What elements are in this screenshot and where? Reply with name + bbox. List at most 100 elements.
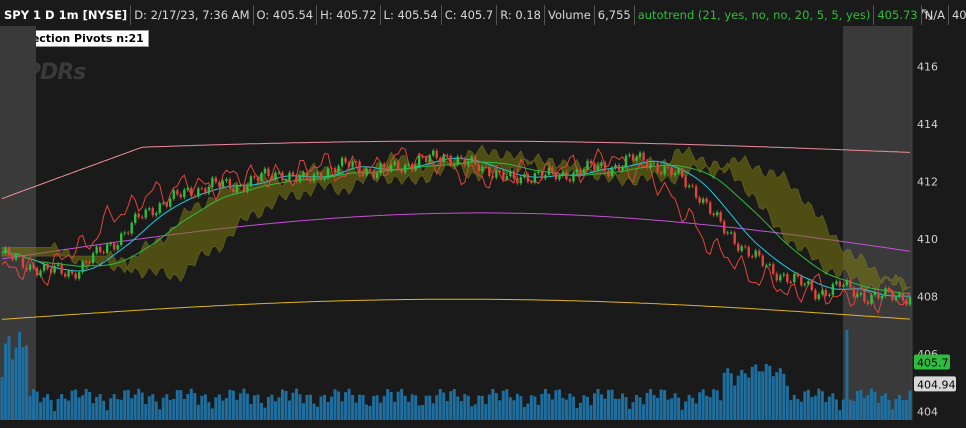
candle-body xyxy=(18,254,21,257)
candle-body xyxy=(782,274,785,276)
volume-bar xyxy=(764,363,768,420)
candle-body xyxy=(347,162,351,167)
y-tick-label: 404 xyxy=(917,405,938,418)
candle-body xyxy=(242,185,246,192)
volume-bar xyxy=(126,389,130,420)
candle-body xyxy=(470,156,473,162)
candle-body xyxy=(137,213,140,218)
candle-body xyxy=(403,164,407,173)
volume-bar xyxy=(477,395,481,420)
y-tick-label: 408 xyxy=(917,290,938,303)
candle-body xyxy=(190,187,193,197)
volume-bar xyxy=(238,393,242,420)
candle-body xyxy=(772,264,775,274)
candle-body xyxy=(467,161,470,166)
candle-body xyxy=(701,198,705,203)
volume-bar xyxy=(280,389,284,420)
volume-bar xyxy=(505,389,509,420)
volume-bar xyxy=(529,395,533,420)
candle-body xyxy=(148,208,151,210)
volume-bar xyxy=(557,389,561,420)
volume-bar xyxy=(424,395,428,420)
volume-bar xyxy=(585,396,589,420)
candle-body xyxy=(726,232,729,234)
candle-body xyxy=(635,157,638,161)
volume-bar xyxy=(67,400,71,420)
candle-body xyxy=(617,164,621,171)
volume-bar xyxy=(379,402,383,420)
volume-bar xyxy=(473,404,477,420)
candle-body xyxy=(442,155,445,163)
volume-bar xyxy=(494,393,498,420)
volume-bar xyxy=(421,405,425,420)
candle-body xyxy=(183,189,186,198)
volume-bar xyxy=(550,399,554,420)
volume-bar xyxy=(35,391,39,420)
candle-body xyxy=(607,170,610,176)
candle-body xyxy=(523,174,526,178)
volume-bar xyxy=(852,400,856,420)
volume-bar xyxy=(589,405,593,420)
volume-bar xyxy=(158,409,162,420)
candle-body xyxy=(803,284,807,286)
candle-body xyxy=(631,154,635,161)
candle-body xyxy=(127,232,130,234)
candle-body xyxy=(551,167,554,173)
volume-bar xyxy=(284,391,288,420)
volume-bar xyxy=(873,391,877,420)
volume-bar xyxy=(599,394,603,420)
volume-bar xyxy=(792,394,796,420)
candle-body xyxy=(165,203,168,207)
candle-body xyxy=(84,261,88,263)
price-chart[interactable]: 404406408410412414416405.7404.94 xyxy=(0,0,966,428)
candle-body xyxy=(775,273,778,281)
candle-body xyxy=(722,221,726,234)
candle-body xyxy=(891,291,894,300)
volume-bar xyxy=(4,343,8,420)
candle-body xyxy=(575,169,579,173)
candle-body xyxy=(708,202,712,214)
candle-body xyxy=(263,168,267,174)
candle-body xyxy=(509,170,512,177)
volume-bar xyxy=(715,390,719,420)
candle-body xyxy=(375,173,379,179)
volume-bar xyxy=(638,397,642,420)
volume-bar xyxy=(712,389,716,420)
candle-body xyxy=(516,178,519,184)
afterhours-shading xyxy=(843,26,912,420)
volume-bar xyxy=(543,388,547,420)
volume-bar xyxy=(60,394,64,420)
candle-body xyxy=(884,288,887,297)
candle-body xyxy=(407,164,410,166)
volume-bar xyxy=(687,394,691,420)
volume-bar xyxy=(105,410,109,420)
volume-bar xyxy=(652,394,656,420)
volume-bar xyxy=(466,395,470,420)
candle-body xyxy=(386,166,389,172)
volume-bar xyxy=(470,406,474,420)
volume-bar xyxy=(133,394,137,420)
candle-body xyxy=(130,222,133,234)
candle-body xyxy=(456,156,459,165)
volume-bar xyxy=(224,398,228,420)
volume-bar xyxy=(890,409,894,420)
candle-body xyxy=(817,294,821,300)
volume-bar xyxy=(645,392,649,420)
volume-bar xyxy=(56,398,60,420)
candle-body xyxy=(74,273,77,279)
candle-body xyxy=(849,280,852,288)
candle-body xyxy=(789,282,793,284)
volume-bar xyxy=(217,394,221,420)
volume-bar xyxy=(659,389,663,420)
volume-bar xyxy=(316,406,320,420)
candle-body xyxy=(116,244,119,250)
candle-body xyxy=(779,275,782,281)
volume-bar xyxy=(768,365,772,420)
candle-body xyxy=(887,288,891,292)
volume-bar xyxy=(904,400,908,420)
candle-body xyxy=(274,172,277,180)
candle-body xyxy=(186,187,190,190)
volume-bar xyxy=(88,392,92,420)
candle-body xyxy=(414,165,417,171)
volume-bar xyxy=(887,400,891,420)
